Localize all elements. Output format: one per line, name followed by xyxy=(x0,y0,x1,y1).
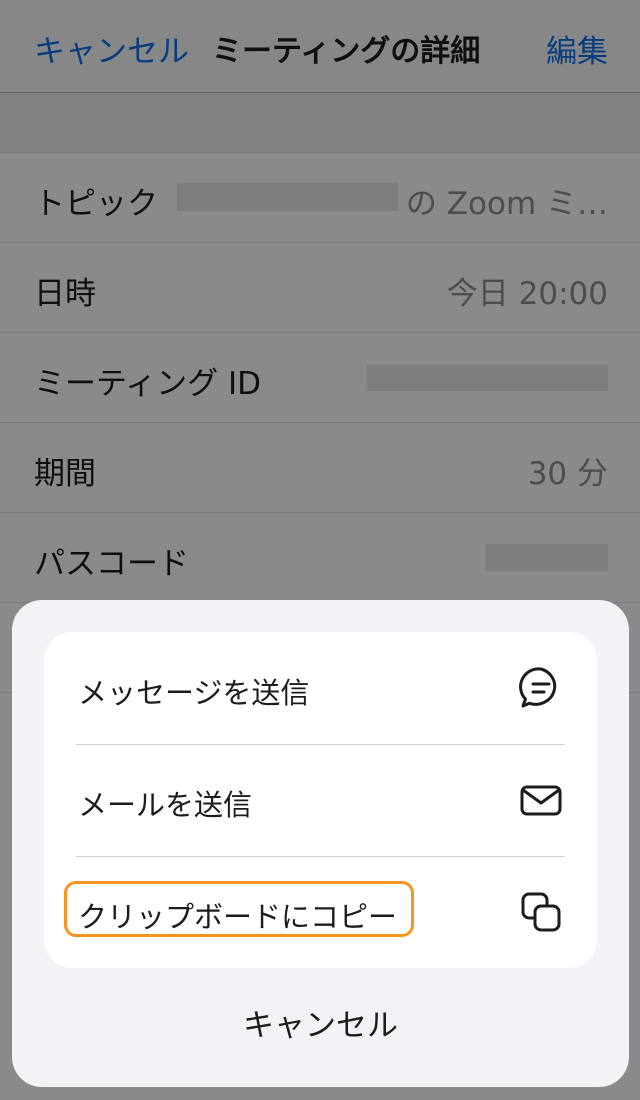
send-email-item[interactable]: メールを送信 xyxy=(44,744,597,856)
sheet-cancel-button[interactable]: キャンセル xyxy=(12,1000,629,1045)
copy-clipboard-item[interactable]: クリップボードにコピー xyxy=(44,856,597,968)
action-sheet: メッセージを送信 メールを送信 クリップボードにコピー キャンセル xyxy=(12,600,629,1087)
copy-icon xyxy=(519,890,563,934)
envelope-icon xyxy=(519,778,563,822)
copy-clipboard-label: クリップボードにコピー xyxy=(78,900,398,934)
action-sheet-card: メッセージを送信 メールを送信 クリップボードにコピー xyxy=(44,632,597,968)
send-email-label: メールを送信 xyxy=(78,788,253,822)
send-message-label: メッセージを送信 xyxy=(78,676,310,710)
meeting-details-screen: キャンセル ミーティングの詳細 編集 トピック の Zoom ミ… 日時 今日 … xyxy=(0,0,640,1100)
send-message-item[interactable]: メッセージを送信 xyxy=(44,632,597,744)
message-bubble-icon xyxy=(519,666,563,710)
